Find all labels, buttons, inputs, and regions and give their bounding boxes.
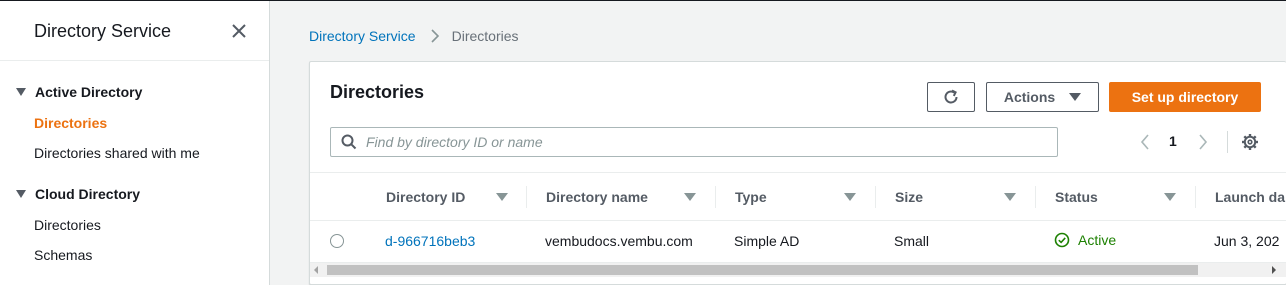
caret-down-icon [1004, 193, 1016, 201]
breadcrumb: Directory Service Directories [309, 28, 519, 44]
chevron-left-icon[interactable] [1138, 132, 1152, 152]
column-header-directory-id[interactable]: Directory ID [386, 173, 526, 221]
column-divider [715, 186, 716, 208]
sidebar-item-directories[interactable]: Directories [34, 115, 107, 131]
actions-label: Actions [1003, 89, 1056, 105]
scroll-left-arrow-icon[interactable] [314, 266, 318, 274]
search-field[interactable] [330, 127, 1058, 157]
column-divider [1195, 186, 1196, 208]
close-icon[interactable] [230, 22, 248, 40]
breadcrumb-current: Directories [451, 28, 519, 44]
sidebar-section-label: Cloud Directory [35, 186, 141, 202]
column-label: Size [895, 189, 924, 205]
column-header-status[interactable]: Status [1055, 173, 1195, 221]
column-label: Directory ID [386, 189, 466, 205]
caret-down-icon [16, 88, 26, 96]
refresh-button[interactable] [927, 82, 975, 112]
page-number[interactable]: 1 [1169, 133, 1177, 149]
gear-icon[interactable] [1241, 133, 1259, 151]
caret-down-icon [1069, 93, 1082, 101]
sidebar-section-cloud-directory[interactable]: Cloud Directory [16, 186, 140, 202]
directory-id-link[interactable]: d-966716beb3 [385, 233, 475, 249]
sidebar-section-label: Active Directory [35, 84, 143, 100]
column-header-size[interactable]: Size [895, 173, 1035, 221]
column-divider [526, 186, 527, 208]
column-header-type[interactable]: Type [735, 173, 875, 221]
caret-down-icon [496, 193, 508, 201]
column-label: Launch da [1215, 189, 1286, 205]
actions-dropdown-button[interactable]: Actions [986, 82, 1099, 112]
column-header-launch-date[interactable]: Launch da [1215, 173, 1286, 221]
chevron-right-icon[interactable] [1196, 132, 1210, 152]
search-icon [341, 134, 357, 150]
status-cell: Active [1054, 232, 1116, 248]
caret-down-icon [16, 190, 26, 198]
sidebar-title: Directory Service [34, 21, 172, 41]
type-cell: Simple AD [734, 233, 800, 249]
sidebar-item-directories-shared[interactable]: Directories shared with me [34, 145, 200, 161]
scrollbar-thumb[interactable] [327, 265, 1198, 275]
caret-down-icon [844, 193, 856, 201]
directories-table: Directory ID Directory name Type Size St… [310, 172, 1286, 261]
column-label: Type [735, 189, 767, 205]
caret-down-icon [1164, 193, 1176, 201]
panel-title: Directories [330, 82, 425, 102]
directories-panel: Directories Actions Set up directory 1 [309, 61, 1286, 285]
search-input[interactable] [366, 134, 1046, 150]
scroll-right-arrow-icon[interactable] [1272, 266, 1276, 274]
check-circle-icon [1054, 232, 1070, 248]
column-divider [875, 186, 876, 208]
sidebar-header: Directory Service [0, 1, 269, 61]
pager-divider [1227, 131, 1228, 153]
directory-name-cell: vembudocs.vembu.com [545, 233, 693, 249]
sidebar-item-cloud-directories[interactable]: Directories [34, 217, 101, 233]
table-header: Directory ID Directory name Type Size St… [310, 172, 1286, 221]
set-up-directory-button[interactable]: Set up directory [1109, 82, 1261, 112]
column-header-directory-name[interactable]: Directory name [546, 173, 716, 221]
breadcrumb-root-link[interactable]: Directory Service [309, 28, 416, 44]
table-row[interactable]: d-966716beb3 vembudocs.vembu.com Simple … [310, 221, 1286, 261]
refresh-icon [944, 89, 958, 104]
column-label: Directory name [546, 189, 648, 205]
caret-down-icon [684, 193, 696, 201]
chevron-right-icon [431, 29, 439, 43]
sidebar-item-schemas[interactable]: Schemas [34, 247, 92, 263]
column-divider [1035, 186, 1036, 208]
side-navigation: Directory Service Active Directory Direc… [0, 1, 270, 285]
launch-date-cell: Jun 3, 202 [1214, 233, 1280, 249]
size-cell: Small [894, 233, 930, 249]
status-label: Active [1078, 232, 1117, 248]
sidebar-section-active-directory[interactable]: Active Directory [16, 84, 142, 100]
row-select-radio[interactable] [330, 234, 344, 248]
horizontal-scrollbar[interactable] [310, 262, 1286, 277]
column-label: Status [1055, 189, 1098, 205]
